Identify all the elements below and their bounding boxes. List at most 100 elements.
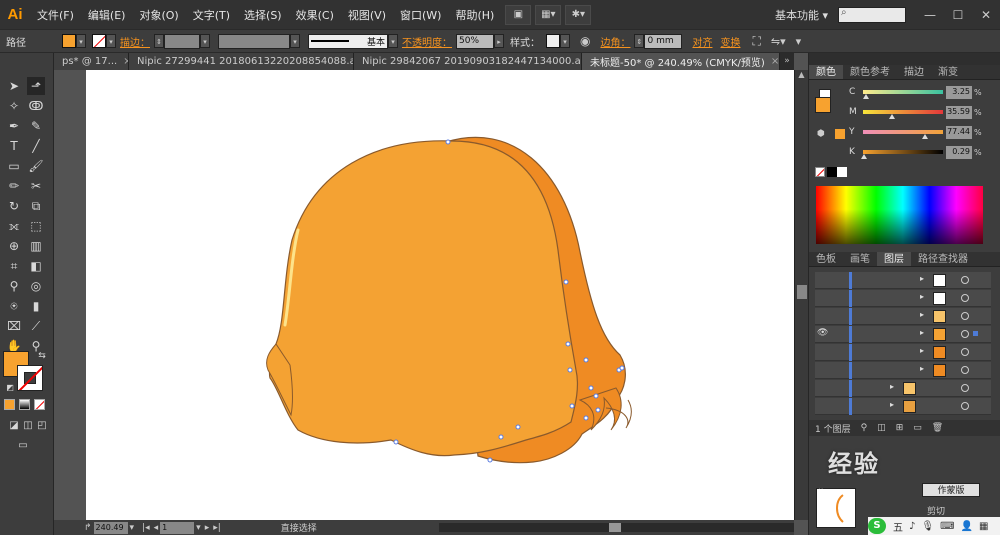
layer-row[interactable]: ▸ [815, 308, 991, 325]
layer-row[interactable]: ▸ [815, 380, 991, 397]
zoom-field[interactable]: 240.49 [93, 521, 128, 534]
color-spectrum[interactable] [816, 186, 983, 244]
anchor-point[interactable] [445, 139, 451, 145]
opacity-field[interactable]: 50% [456, 33, 494, 49]
corner-stepper[interactable]: ⇕ [634, 34, 645, 48]
menu-help[interactable]: 帮助(H) [448, 7, 501, 23]
y-knob[interactable] [922, 134, 928, 139]
m-knob[interactable] [889, 114, 895, 119]
menu-type[interactable]: 文字(T) [186, 7, 237, 23]
ime-punct-icon[interactable]: ♪ [909, 521, 915, 532]
make-clip-mask-icon[interactable]: ◫ [877, 423, 886, 433]
free-transform-icon[interactable]: ⬚ [27, 217, 45, 235]
paintbrush-icon[interactable]: 🖌 [27, 157, 45, 175]
new-layer-icon[interactable]: ▭ [913, 423, 922, 433]
graphic-style-swatch[interactable] [546, 34, 560, 48]
artboard[interactable] [86, 70, 794, 520]
align-link[interactable]: 对齐 [692, 34, 712, 49]
ime-logo[interactable]: S [868, 518, 886, 534]
opacity-label[interactable]: 不透明度： [402, 34, 452, 49]
tab-doc-3[interactable]: Nipic 29842067 20190903182447134000.ai*× [354, 53, 582, 70]
fill-swatch[interactable] [62, 34, 76, 48]
anchor-point[interactable] [515, 424, 521, 430]
curvature-tool-icon[interactable]: ✎ [27, 117, 45, 135]
tab-doc-2[interactable]: Nipic 27299441 20180613220208854088.ai*× [129, 53, 354, 70]
target-icon[interactable] [961, 402, 969, 410]
target-icon[interactable] [961, 348, 969, 356]
gamut-swatch[interactable] [835, 129, 845, 139]
target-icon[interactable] [961, 276, 969, 284]
direct-selection-tool-icon[interactable]: ⬏ [27, 77, 45, 95]
eyedropper-icon[interactable]: ⚲ [5, 277, 23, 295]
menu-file[interactable]: 文件(F) [30, 7, 81, 23]
tab-color[interactable]: 颜色 [809, 65, 843, 79]
anchor-point[interactable] [619, 365, 625, 371]
isolate-icon[interactable]: ⛶ [752, 34, 760, 49]
zoom-dropdown-icon[interactable]: ▾ [130, 523, 135, 533]
artboard-tool-icon[interactable]: ⌧ [5, 317, 23, 335]
corner-label[interactable]: 边角： [600, 34, 630, 49]
stroke-weight-field[interactable] [164, 33, 200, 49]
gamut-warning-icon[interactable]: ⬢ [817, 129, 825, 139]
make-mask-button[interactable]: 作蒙版 [922, 483, 980, 497]
opacity-arrow[interactable]: ▸ [494, 34, 504, 48]
draw-inside-icon[interactable]: ◰ [33, 417, 51, 435]
stroke-weight-stepper[interactable]: ⇕ [154, 34, 164, 48]
pen-tool-icon[interactable]: ✒ [5, 117, 23, 135]
expand-arrow-icon[interactable]: ▸ [920, 346, 924, 355]
page-dropdown-icon[interactable]: ▾ [196, 523, 201, 533]
target-icon[interactable] [961, 366, 969, 374]
layer-row[interactable]: ▸ [815, 290, 991, 307]
stroke-swatch[interactable] [92, 34, 106, 48]
magic-wand-icon[interactable]: ✧ [5, 97, 23, 115]
none-mode-button[interactable] [34, 399, 45, 410]
anchor-point[interactable] [393, 439, 399, 445]
menu-select[interactable]: 选择(S) [237, 7, 289, 23]
c-track[interactable] [863, 90, 943, 99]
prev-page-icon[interactable]: ◂ [154, 523, 159, 533]
ime-mode[interactable]: 五 [893, 519, 903, 534]
first-page-icon[interactable]: |◂ [142, 523, 150, 533]
anchor-point[interactable] [563, 279, 569, 285]
gpu-button[interactable]: ✱▾ [565, 4, 592, 25]
rotate-tool-icon[interactable]: ↻ [5, 197, 23, 215]
vertical-scrollbar[interactable]: ▲ [794, 70, 808, 520]
ime-grid-icon[interactable]: ▦ [979, 521, 988, 532]
selection-indicator[interactable] [973, 331, 978, 336]
expand-arrow-icon[interactable]: ▸ [890, 400, 894, 409]
menu-edit[interactable]: 编辑(E) [81, 7, 133, 23]
anchor-point[interactable] [583, 357, 589, 363]
panel-menu-icon[interactable]: ▾ [796, 35, 802, 48]
bridge-button[interactable]: ▣ [505, 4, 532, 25]
anchor-point[interactable] [583, 415, 589, 421]
profile-dropdown[interactable]: ▾ [290, 34, 300, 48]
close-tab-icon[interactable]: × [771, 56, 779, 67]
visibility-eye-icon[interactable]: 👁 [817, 328, 831, 341]
slider-y[interactable]: Y 77.44 % [849, 124, 999, 140]
anchor-point[interactable] [595, 407, 601, 413]
layer-row-selected[interactable]: 👁 ▸ [815, 326, 991, 343]
slider-m[interactable]: M 35.59 % [849, 104, 999, 120]
type-tool-icon[interactable]: T [5, 137, 23, 155]
c-value[interactable]: 3.25 [946, 85, 972, 99]
white-swatch[interactable] [837, 167, 847, 177]
brush-dropdown[interactable]: ▾ [388, 34, 398, 48]
expand-arrow-icon[interactable]: ▸ [890, 382, 894, 391]
shape-builder-icon[interactable]: ⊕ [5, 237, 23, 255]
maximize-icon[interactable]: ☐ [944, 8, 972, 22]
mesh-tool-icon[interactable]: ⌗ [5, 257, 23, 275]
menu-object[interactable]: 对象(O) [132, 7, 185, 23]
expand-arrow-icon[interactable]: ▸ [920, 274, 924, 283]
m-track[interactable] [863, 110, 943, 119]
anchor-point[interactable] [588, 385, 594, 391]
recolor-icon[interactable]: ◉ [580, 34, 590, 48]
y-track[interactable] [863, 130, 943, 139]
slider-k[interactable]: K 0.29 % [849, 144, 999, 160]
tab-doc-1[interactable]: ps* @ 17...× [54, 53, 129, 70]
canvas-area[interactable] [54, 70, 794, 520]
expand-arrow-icon[interactable]: ▸ [920, 328, 924, 337]
ime-keyboard-icon[interactable]: ⌨ [940, 521, 954, 532]
search-input[interactable] [838, 6, 906, 23]
brush-definition[interactable]: 基本 [308, 33, 388, 49]
menu-view[interactable]: 视图(V) [341, 7, 393, 23]
